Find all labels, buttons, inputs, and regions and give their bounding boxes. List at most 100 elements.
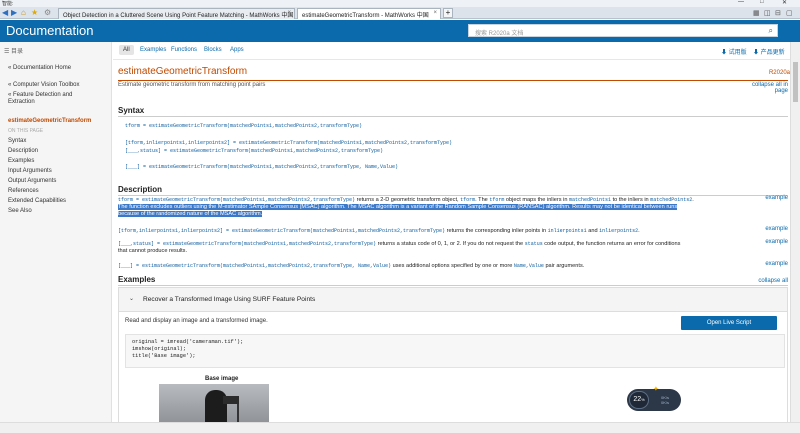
syntax-line[interactable]: [tform,inlierpoints1,inlierpoints2] = es… xyxy=(125,140,452,146)
close-icon[interactable]: ✕ xyxy=(782,0,787,6)
desc-text: returns a status code of 0, 1, or 2. If … xyxy=(376,241,525,247)
syntax-code: tform = estimateGeometricTransform(match… xyxy=(118,197,356,203)
chevron-down-icon[interactable]: ⌄ xyxy=(129,295,134,302)
code-term: Name,Value xyxy=(513,263,544,269)
description-paragraph-1: tform = estimateGeometricTransform(match… xyxy=(118,197,758,218)
sidebar-item-output-arguments[interactable]: Output Arguments xyxy=(8,178,56,184)
tab-functions[interactable]: Functions xyxy=(171,47,197,53)
collapse-all-examples-link[interactable]: collapse all xyxy=(758,278,788,284)
sidebar-item-input-arguments[interactable]: Input Arguments xyxy=(8,168,52,174)
syntax-line[interactable]: [___,status] = estimateGeometricTransfor… xyxy=(125,148,383,154)
desc-text: uses additional options specified by one… xyxy=(391,263,514,269)
cameraman-image xyxy=(159,384,269,422)
sidebar-item-extended-capabilities[interactable]: Extended Capabilities xyxy=(8,198,66,204)
syntax-line[interactable]: tform = estimateGeometricTransform(match… xyxy=(125,123,362,129)
open-live-script-button[interactable]: Open Live Script xyxy=(681,316,777,330)
window-list-icon[interactable]: ⊟ xyxy=(775,9,781,17)
code-term: inlierpoints2 xyxy=(599,228,639,234)
split-view-icon[interactable]: ◫ xyxy=(764,9,771,17)
window-title: 智能: xyxy=(2,1,14,7)
release-badge: R2020a xyxy=(768,70,790,76)
bottom-scrollbar[interactable] xyxy=(0,422,800,433)
sidebar-item-references[interactable]: References xyxy=(8,188,39,194)
download-speed: 0K/s xyxy=(661,400,670,405)
example-link[interactable]: example xyxy=(765,195,788,201)
sidebar-item-feature-detection[interactable]: « Feature Detection and xyxy=(8,92,72,98)
code-term: matchedPoints1 xyxy=(569,197,612,203)
tab-all[interactable]: All xyxy=(119,45,134,55)
divider xyxy=(118,195,788,196)
code-term: inlierpoints1 xyxy=(547,228,587,234)
example-title: Recover a Transformed Image Using SURF F… xyxy=(143,296,316,303)
example-intro: Read and display an image and a transfor… xyxy=(125,318,268,324)
desc-text: returns the corresponding inlier points … xyxy=(445,228,548,234)
function-name: estimateGeometricTransform xyxy=(118,66,248,77)
description-paragraph-3: [___,status] = estimateGeometricTransfor… xyxy=(118,241,758,255)
example-link[interactable]: example xyxy=(765,239,788,245)
page-title: Documentation xyxy=(6,23,94,38)
code-line: title('Base image'); xyxy=(132,353,196,359)
sidebar-item-current-page[interactable]: estimateGeometricTransform xyxy=(8,118,91,124)
syntax-line[interactable]: [___] = estimateGeometricTransform(match… xyxy=(125,164,398,170)
desc-text: code output, the function returns an err… xyxy=(542,241,681,247)
syntax-code: [tform,inlierpoints1,inlierpoints2] = es… xyxy=(118,228,446,234)
sidebar-item-extraction[interactable]: Extraction xyxy=(8,99,35,105)
search-input[interactable]: 搜索 R2020a 文档 ⌕ xyxy=(468,24,778,37)
example-link[interactable]: example xyxy=(765,261,788,267)
code-block[interactable]: original = imread('cameraman.tif'); imsh… xyxy=(125,334,785,368)
toc-toggle[interactable]: ☰ 目录 xyxy=(4,46,23,55)
documentation-header: Documentation 搜索 R2020a 文档 ⌕ xyxy=(0,20,800,42)
tab-apps[interactable]: Apps xyxy=(230,47,244,53)
grid-view-icon[interactable]: ▦ xyxy=(753,9,760,17)
example-panel: ⌄ Recover a Transformed Image Using SURF… xyxy=(118,287,788,422)
sub-navigation: All Examples Functions Blocks Apps ⬇ 试用版… xyxy=(113,42,790,60)
code-line: imshow(original); xyxy=(132,346,187,352)
settings-icon[interactable]: ⚙ xyxy=(44,8,51,18)
tab-label: Object Detection in a Cluttered Scene Us… xyxy=(63,13,294,19)
new-tab-button[interactable]: + xyxy=(443,8,453,18)
tab-close-icon[interactable]: × xyxy=(433,10,437,16)
page-scrollbar[interactable] xyxy=(790,42,800,422)
restore-icon[interactable]: ▢ xyxy=(786,9,793,17)
example-link[interactable]: example xyxy=(765,226,788,232)
network-speed-widget[interactable]: ✦ 22% 0K/s 0K/s xyxy=(627,386,681,411)
code-term: matchedPoints2 xyxy=(650,197,693,203)
example-header[interactable]: ⌄ Recover a Transformed Image Using SURF… xyxy=(119,288,787,312)
scrollbar-thumb[interactable] xyxy=(793,62,798,102)
minimize-icon[interactable]: — xyxy=(738,0,744,5)
browser-tabbar: ◀ ▶ ⌂ ★ ⚙ Object Detection in a Cluttere… xyxy=(0,7,800,19)
tab-close-icon[interactable]: × xyxy=(287,10,291,16)
trial-link[interactable]: ⬇ 试用版 xyxy=(721,47,747,56)
browser-titlebar: 智能: — □ ✕ xyxy=(0,0,800,7)
back-icon[interactable]: ◀ xyxy=(2,8,8,18)
trial-label: 试用版 xyxy=(728,50,747,56)
syntax-heading: Syntax xyxy=(118,106,145,115)
sidebar-item-documentation-home[interactable]: « Documentation Home xyxy=(8,65,71,71)
widget-unit: % xyxy=(641,397,645,402)
sidebar-item-see-also[interactable]: See Also xyxy=(8,208,32,214)
home-icon[interactable]: ⌂ xyxy=(21,8,26,18)
speed-info: 0K/s 0K/s xyxy=(661,395,669,405)
highlighted-selection: The function excludes outliers using the… xyxy=(118,204,678,210)
updates-link[interactable]: ⬇ 产品更新 xyxy=(753,47,785,56)
sidebar-item-examples[interactable]: Examples xyxy=(8,158,34,164)
forward-icon[interactable]: ▶ xyxy=(11,8,17,18)
collapse-all-page-link[interactable]: collapse all in page xyxy=(752,82,788,94)
tab-estimate-geometric-transform[interactable]: estimateGeometricTransform - MathWorks 中… xyxy=(297,8,441,19)
desc-text: and xyxy=(586,228,600,234)
function-summary: Estimate geometric transform from matchi… xyxy=(118,82,266,88)
sidebar-item-computer-vision-toolbox[interactable]: « Computer Vision Toolbox xyxy=(8,82,80,88)
sidebar-item-description[interactable]: Description xyxy=(8,148,38,154)
tab-blocks[interactable]: Blocks xyxy=(204,47,222,53)
syntax-code: [___,status] = estimateGeometricTransfor… xyxy=(118,241,377,247)
tab-examples[interactable]: Examples xyxy=(140,47,166,53)
star-icon: ✦ xyxy=(653,386,659,393)
search-icon[interactable]: ⌕ xyxy=(769,26,773,36)
code-term: tform xyxy=(460,197,476,203)
maximize-icon[interactable]: □ xyxy=(760,0,764,5)
examples-heading: Examples xyxy=(118,275,156,284)
favorites-icon[interactable]: ★ xyxy=(31,8,38,18)
tab-object-detection[interactable]: Object Detection in a Cluttered Scene Us… xyxy=(58,8,295,19)
main-content: estimateGeometricTransform R2020a Estima… xyxy=(113,60,790,422)
sidebar-item-syntax[interactable]: Syntax xyxy=(8,138,26,144)
